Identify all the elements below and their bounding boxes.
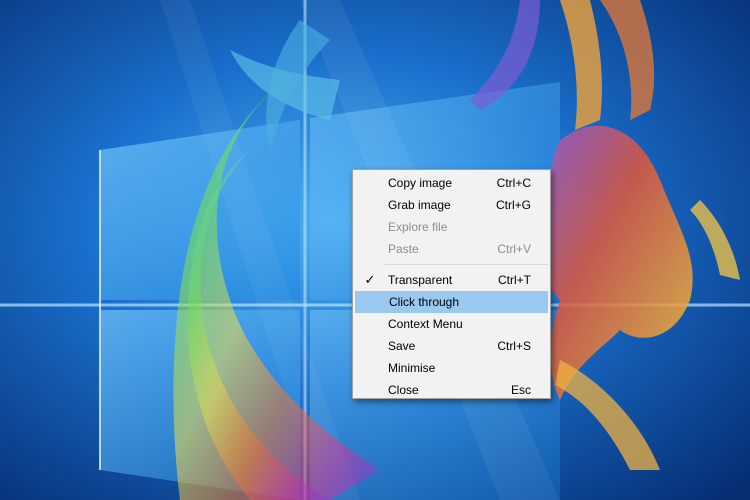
check-icon: ✓	[364, 272, 376, 287]
menu-item-shortcut: Ctrl+V	[497, 242, 531, 256]
menu-item-label: Minimise	[388, 361, 436, 375]
menu-item-click-through[interactable]: Click through	[355, 291, 548, 313]
menu-item-shortcut: Ctrl+S	[497, 339, 531, 353]
menu-item-label: Close	[388, 383, 419, 397]
menu-item-shortcut: Ctrl+C	[496, 176, 531, 190]
menu-item-shortcut: Ctrl+T	[498, 273, 531, 287]
menu-item-transparent[interactable]: ✓ Transparent Ctrl+T	[355, 269, 548, 291]
menu-item-explore-file[interactable]: Explore file	[355, 216, 548, 238]
menu-item-label: Click through	[389, 295, 460, 309]
menu-item-label: Paste	[388, 242, 419, 256]
menu-item-close[interactable]: Close Esc	[355, 379, 548, 401]
context-menu: Copy image Ctrl+C Grab image Ctrl+G Expl…	[352, 169, 551, 399]
menu-item-context-menu[interactable]: Context Menu	[355, 313, 548, 335]
menu-item-shortcut: Ctrl+G	[495, 198, 531, 212]
menu-item-label: Transparent	[388, 273, 453, 287]
menu-item-label: Save	[388, 339, 416, 353]
menu-item-copy-image[interactable]: Copy image Ctrl+C	[355, 172, 548, 194]
menu-item-label: Context Menu	[388, 317, 463, 331]
menu-item-save[interactable]: Save Ctrl+S	[355, 335, 548, 357]
menu-item-label: Copy image	[388, 176, 453, 190]
menu-item-shortcut: Esc	[510, 383, 531, 397]
menu-item-paste[interactable]: Paste Ctrl+V	[355, 238, 548, 260]
menu-item-minimise[interactable]: Minimise	[355, 357, 548, 379]
menu-item-grab-image[interactable]: Grab image Ctrl+G	[355, 194, 548, 216]
menu-item-label: Explore file	[388, 220, 448, 234]
menu-separator	[385, 264, 548, 265]
menu-item-label: Grab image	[388, 198, 451, 212]
